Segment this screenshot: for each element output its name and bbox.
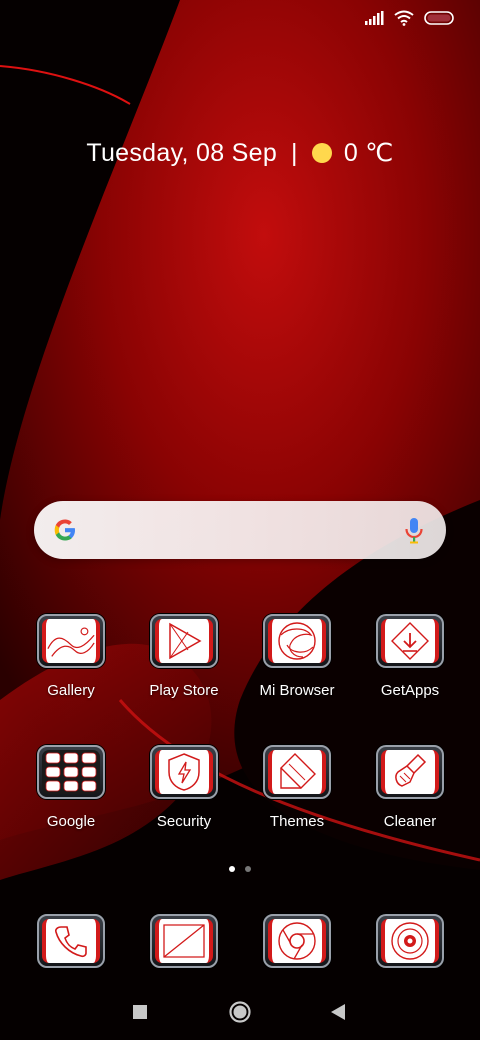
phone-icon [55, 926, 87, 958]
themes-icon-frame [263, 745, 331, 799]
play-store-icon [169, 622, 202, 660]
recents-button[interactable] [133, 1005, 147, 1019]
app-security[interactable]: Security [134, 745, 234, 855]
app-getapps[interactable]: GetApps [360, 614, 460, 724]
chrome-icon-inner [268, 919, 326, 963]
browser-icon-frame [263, 614, 331, 668]
google-folder-icon [45, 752, 97, 792]
phone-icon-inner [42, 919, 100, 963]
app-label-mi-browser: Mi Browser [259, 682, 335, 699]
page-indicator[interactable] [0, 866, 480, 872]
getapps-icon-frame [376, 614, 444, 668]
phone-icon-frame [37, 914, 105, 968]
browser-icon-inner [268, 619, 326, 663]
gallery-icon [47, 627, 95, 657]
google-folder-icon-frame [37, 745, 105, 799]
widget-separator: | [291, 138, 298, 167]
app-mi-browser[interactable]: Mi Browser [247, 614, 347, 724]
security-icon [168, 753, 200, 791]
temperature-text: 0 ℃ [343, 139, 394, 167]
messages-icon-inner [155, 919, 213, 963]
security-icon-frame [150, 745, 218, 799]
battery-icon [424, 11, 454, 25]
app-label-cleaner: Cleaner [383, 813, 437, 830]
app-label-themes: Themes [269, 813, 325, 830]
folder-google[interactable]: Google [21, 745, 121, 855]
getapps-icon-inner [381, 619, 439, 663]
cleaner-icon-inner [381, 750, 439, 794]
chrome-icon-frame [263, 914, 331, 968]
date-weather-widget[interactable]: Tuesday, 08 Sep | 0 ℃ [0, 138, 480, 168]
chrome-icon [278, 922, 316, 960]
page-dot [245, 866, 251, 872]
home-screen: Tuesday, 08 Sep | 0 ℃ Gallery Play Store… [0, 0, 480, 1040]
home-button[interactable] [229, 1001, 251, 1023]
themes-icon [280, 753, 316, 789]
messages-icon-frame [150, 914, 218, 968]
gallery-icon-inner [42, 619, 100, 663]
cleaner-icon-frame [376, 745, 444, 799]
cleaner-icon [395, 753, 427, 787]
navigation-bar [0, 998, 480, 1026]
google-logo [54, 519, 75, 541]
app-label-play-store: Play Store [149, 682, 219, 699]
camera-icon-inner [381, 919, 439, 963]
security-icon-inner [155, 750, 213, 794]
browser-icon [278, 622, 316, 660]
signal-icon [365, 11, 384, 25]
page-dot-active [229, 866, 235, 872]
app-gallery[interactable]: Gallery [21, 614, 121, 724]
date-text: Tuesday, 08 Sep [86, 138, 278, 167]
wifi-icon [394, 10, 414, 26]
play-store-icon-frame [150, 614, 218, 668]
messages-icon [163, 924, 205, 958]
app-cleaner[interactable]: Cleaner [360, 745, 460, 855]
google-search-bar[interactable] [34, 501, 446, 559]
app-themes[interactable]: Themes [247, 745, 347, 855]
app-label-getapps: GetApps [380, 682, 440, 699]
status-bar [364, 10, 454, 26]
app-label-google: Google [46, 813, 96, 830]
app-label-gallery: Gallery [47, 682, 95, 699]
sun-icon [311, 143, 332, 163]
app-label-security: Security [156, 813, 212, 830]
getapps-icon [391, 622, 429, 660]
mic-icon[interactable] [404, 517, 424, 545]
camera-icon [391, 922, 429, 960]
camera-icon-frame [376, 914, 444, 968]
back-button[interactable] [331, 1004, 345, 1020]
google-folder-inner [42, 750, 100, 794]
app-play-store[interactable]: Play Store [134, 614, 234, 724]
themes-icon-inner [268, 750, 326, 794]
gallery-icon-frame [37, 614, 105, 668]
play-store-icon-inner [155, 619, 213, 663]
